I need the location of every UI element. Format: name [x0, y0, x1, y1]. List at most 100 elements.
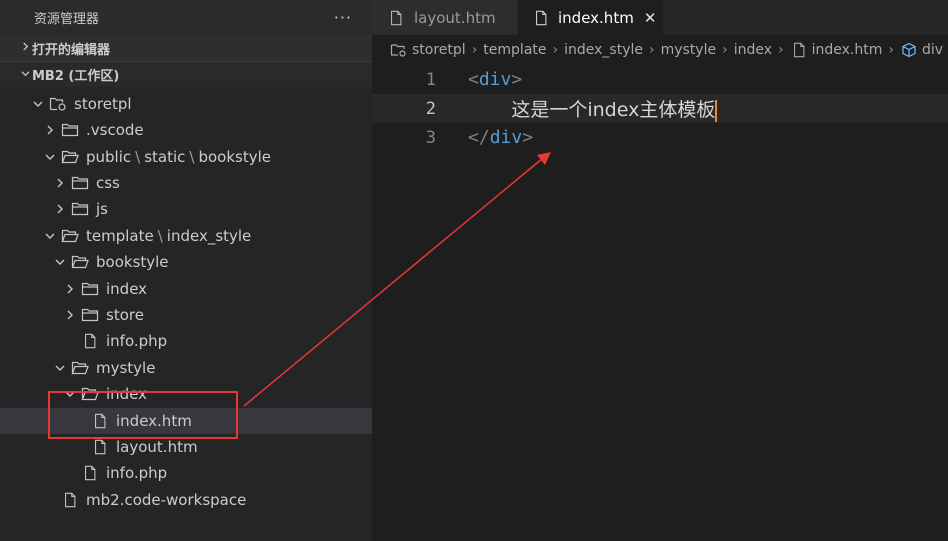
- chevron-down-icon[interactable]: [42, 228, 58, 244]
- file-icon: [80, 332, 100, 350]
- tree-item-folder-css[interactable]: css: [0, 170, 372, 196]
- tree-item-folder-vscode[interactable]: .vscode: [0, 117, 372, 143]
- code-editor[interactable]: 1 <div> 2 这是一个index主体模板 3 </div>: [372, 65, 948, 541]
- breadcrumb: storetpl › template › index_style › myst…: [372, 35, 948, 65]
- chevron-down-icon[interactable]: [30, 96, 46, 112]
- tree-item-folder-store[interactable]: store: [0, 302, 372, 328]
- tree-item-file-layout-htm[interactable]: layout.htm: [0, 434, 372, 460]
- tree-item-folder-mystyle[interactable]: mystyle: [0, 355, 372, 381]
- chevron-down-icon: [18, 69, 32, 81]
- tree-item-label: index.htm: [116, 412, 192, 430]
- explorer-header: 资源管理器 ···: [0, 0, 372, 35]
- open-editors-section[interactable]: 打开的编辑器: [0, 35, 372, 61]
- code-line[interactable]: 1 <div>: [372, 65, 948, 94]
- tab-label: index.htm: [558, 8, 634, 27]
- chevron-right-icon: [18, 42, 32, 54]
- breadcrumb-item[interactable]: index_style: [564, 42, 643, 58]
- breadcrumb-item[interactable]: storetpl: [412, 42, 466, 58]
- explorer-sidebar: 资源管理器 ··· 打开的编辑器 MB2 (工作区) storetpl .vsco…: [0, 0, 372, 541]
- folder-icon: [80, 306, 100, 324]
- file-icon: [90, 412, 110, 430]
- chevron-down-icon[interactable]: [52, 254, 68, 270]
- tree-item-label: store: [106, 306, 144, 324]
- folder-open-icon: [80, 385, 100, 403]
- file-icon: [532, 9, 550, 27]
- line-number: 2: [425, 98, 436, 119]
- chevron-down-icon[interactable]: [42, 149, 58, 165]
- tab-bar: layout.htm index.htm ✕: [372, 0, 948, 35]
- tag-name: div: [478, 69, 512, 90]
- tree-item-label: template: [86, 227, 154, 245]
- explorer-title: 资源管理器: [34, 12, 100, 27]
- folder-icon: [60, 121, 80, 139]
- chevron-right-icon: ›: [778, 42, 784, 58]
- tree-item-label: index_style: [166, 227, 252, 245]
- tree-item-label: .vscode: [86, 121, 144, 139]
- close-icon[interactable]: ✕: [644, 9, 657, 27]
- tab-layout-htm[interactable]: layout.htm: [372, 0, 518, 35]
- code-text: </div>: [468, 127, 534, 148]
- tree-item-file-info-php[interactable]: info.php: [0, 328, 372, 354]
- tree-item-label: info.php: [106, 332, 168, 350]
- breadcrumb-item[interactable]: index.htm: [812, 42, 883, 58]
- chevron-right-icon[interactable]: [62, 307, 78, 323]
- tab-label: layout.htm: [414, 8, 496, 27]
- chevron-right-icon[interactable]: [52, 175, 68, 191]
- chevron-right-icon: ›: [552, 42, 559, 58]
- tree-item-folder-js[interactable]: js: [0, 196, 372, 222]
- tree-item-label: bookstyle: [198, 148, 271, 166]
- path-separator: \: [189, 148, 195, 166]
- file-icon: [90, 438, 110, 456]
- tree-item-label: index: [106, 280, 148, 298]
- folder-root-icon: [48, 95, 68, 113]
- workspace-section[interactable]: MB2 (工作区): [0, 61, 372, 87]
- chevron-right-icon[interactable]: [52, 201, 68, 217]
- tree-item-file-mb2-code-workspace[interactable]: mb2.code-workspace: [0, 487, 372, 513]
- folder-open-icon: [70, 359, 90, 377]
- chevron-down-icon[interactable]: [62, 386, 78, 402]
- tree-item-folder-template-index-style[interactable]: template \ index_style: [0, 223, 372, 249]
- chevron-right-icon[interactable]: [62, 281, 78, 297]
- cube-icon: [900, 41, 918, 59]
- path-separator: \: [157, 227, 163, 245]
- line-number: 1: [425, 69, 436, 90]
- folder-icon: [80, 280, 100, 298]
- tree-item-label: index: [106, 385, 148, 403]
- more-actions-icon[interactable]: ···: [334, 8, 352, 27]
- chevron-right-icon[interactable]: [42, 122, 58, 138]
- code-line[interactable]: 2 这是一个index主体模板: [372, 94, 948, 123]
- tag-name: div: [489, 127, 523, 148]
- tree-item-label: info.php: [106, 464, 168, 482]
- breadcrumb-item[interactable]: mystyle: [661, 42, 717, 58]
- tree-item-label: storetpl: [74, 95, 132, 113]
- chevron-right-icon: ›: [888, 42, 894, 58]
- tree-item-label: js: [96, 200, 108, 218]
- tree-item-folder-public-static-bookstyle[interactable]: public \ static \ bookstyle: [0, 144, 372, 170]
- chevron-down-icon[interactable]: [52, 360, 68, 376]
- chevron-right-icon: ›: [722, 42, 728, 58]
- tree-item-label: public: [86, 148, 132, 166]
- code-line[interactable]: 3 </div>: [372, 123, 948, 152]
- tree-item-file-info-php[interactable]: info.php: [0, 460, 372, 486]
- tab-index-htm[interactable]: index.htm ✕: [518, 0, 664, 35]
- tree-item-file-index-htm[interactable]: index.htm: [0, 408, 372, 434]
- code-text: 这是一个index主体模板: [468, 95, 718, 122]
- breadcrumb-item[interactable]: div: [922, 42, 943, 58]
- tree-item-label: css: [96, 174, 120, 192]
- breadcrumb-item[interactable]: template: [483, 42, 546, 58]
- open-editors-label: 打开的编辑器: [32, 42, 111, 58]
- line-number: 3: [425, 127, 436, 148]
- tree-item-folder-bookstyle[interactable]: bookstyle: [0, 249, 372, 275]
- tree-item-folder-index[interactable]: index: [0, 276, 372, 302]
- chevron-right-icon: ›: [648, 42, 655, 58]
- tree-item-folder-index[interactable]: index: [0, 381, 372, 407]
- tree-item-folder-storetpl[interactable]: storetpl: [0, 91, 372, 117]
- breadcrumb-item[interactable]: index: [734, 42, 772, 58]
- folder-icon: [70, 174, 90, 192]
- folder-open-icon: [70, 253, 90, 271]
- tree-item-label: bookstyle: [96, 253, 169, 271]
- workspace-label: MB2 (工作区): [32, 69, 120, 84]
